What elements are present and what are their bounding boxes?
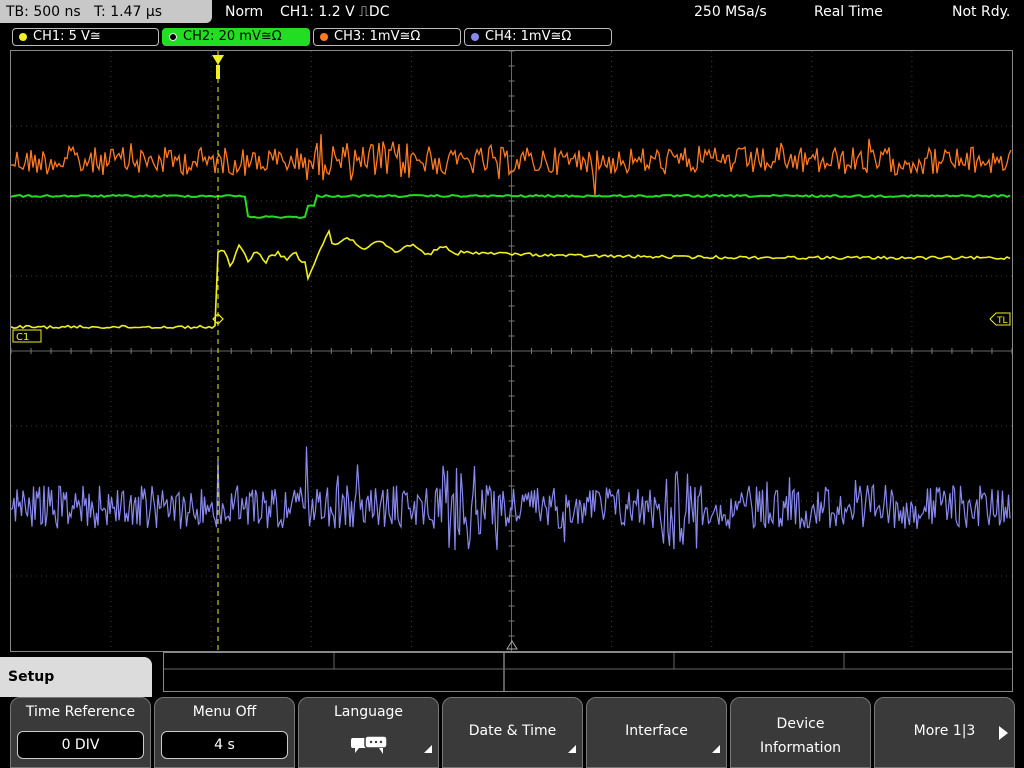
graticule bbox=[11, 51, 1012, 651]
more-label: More 1|3 bbox=[913, 723, 976, 739]
trigger-level-marker[interactable]: TL bbox=[989, 312, 1011, 326]
ch1-color-dot bbox=[19, 33, 27, 41]
ch3-label: CH3: 1mV≅Ω bbox=[334, 29, 421, 44]
trigger-level-label: TL bbox=[996, 316, 1008, 326]
time-reference-value: 0 DIV bbox=[17, 731, 144, 759]
ch2-label: CH2: 20 mV≅Ω bbox=[183, 29, 282, 44]
time-reference-label: Time Reference bbox=[25, 704, 136, 720]
ch2-color-dot bbox=[169, 33, 177, 41]
next-page-arrow-icon bbox=[999, 726, 1008, 740]
device-info-label-line2: Information bbox=[759, 740, 842, 756]
trigger-mode[interactable]: Norm bbox=[225, 0, 263, 24]
timebase-value: TB: 500 ns bbox=[6, 4, 81, 20]
timebase-box[interactable]: TB: 500 ns T: 1.47 µs bbox=[0, 0, 212, 23]
sample-rate: 250 MSa/s bbox=[694, 4, 767, 20]
zoom-strip bbox=[163, 652, 1013, 692]
ready-state: Not Rdy. bbox=[952, 4, 1011, 20]
ch1-label: CH1: 5 V≅ bbox=[33, 29, 101, 44]
acquisition-mode: Real Time bbox=[814, 4, 883, 20]
date-time-label: Date & Time bbox=[468, 723, 557, 739]
channel-tab-ch1[interactable]: CH1: 5 V≅ bbox=[12, 28, 159, 46]
device-info-label-line1: Device bbox=[776, 716, 825, 732]
channel-tab-ch4[interactable]: CH4: 1mV≅Ω bbox=[464, 28, 612, 46]
language-label: Language bbox=[333, 704, 404, 720]
menu-off-button[interactable]: Menu Off 4 s bbox=[154, 697, 295, 768]
language-button[interactable]: Language bbox=[298, 697, 439, 768]
ch4-label: CH4: 1mV≅Ω bbox=[485, 29, 572, 44]
interface-button[interactable]: Interface bbox=[586, 697, 727, 768]
ch2-waveform bbox=[11, 193, 1011, 219]
waveform-display[interactable]: C1 TL bbox=[10, 50, 1013, 652]
trigger-setting[interactable]: CH1: 1.2 V ⎍DC bbox=[280, 0, 389, 24]
submenu-corner-icon bbox=[424, 745, 432, 753]
ch4-waveform bbox=[11, 446, 1011, 551]
time-reference-button[interactable]: Time Reference 0 DIV bbox=[10, 697, 151, 768]
ch4-color-dot bbox=[471, 33, 479, 41]
device-information-button[interactable]: Device Information bbox=[730, 697, 871, 768]
ch1-marker-label: C1 bbox=[16, 332, 29, 343]
trigger-time-value: T: 1.47 µs bbox=[94, 4, 163, 20]
submenu-corner-icon bbox=[568, 745, 576, 753]
zoom-strip-grid bbox=[164, 653, 1012, 691]
ch3-color-dot bbox=[320, 33, 328, 41]
language-icon bbox=[350, 735, 388, 754]
status-bar: TB: 500 ns T: 1.47 µs Norm CH1: 1.2 V ⎍D… bbox=[0, 0, 1024, 24]
more-button[interactable]: More 1|3 bbox=[874, 697, 1015, 768]
trigger-marker-stem bbox=[216, 65, 220, 79]
waveform-canvas: C1 TL bbox=[11, 51, 1012, 651]
submenu-corner-icon bbox=[712, 745, 720, 753]
menu-title: Setup bbox=[0, 657, 152, 697]
menu-off-label: Menu Off bbox=[192, 704, 257, 720]
date-time-button[interactable]: Date & Time bbox=[442, 697, 583, 768]
channel-tab-ch2[interactable]: CH2: 20 mV≅Ω bbox=[162, 28, 310, 46]
ch1-offset-marker[interactable]: C1 bbox=[12, 329, 42, 343]
trigger-position-marker[interactable] bbox=[212, 55, 224, 65]
menu-off-value: 4 s bbox=[161, 731, 288, 759]
interface-label: Interface bbox=[625, 723, 688, 739]
channel-tab-ch3[interactable]: CH3: 1mV≅Ω bbox=[313, 28, 461, 46]
